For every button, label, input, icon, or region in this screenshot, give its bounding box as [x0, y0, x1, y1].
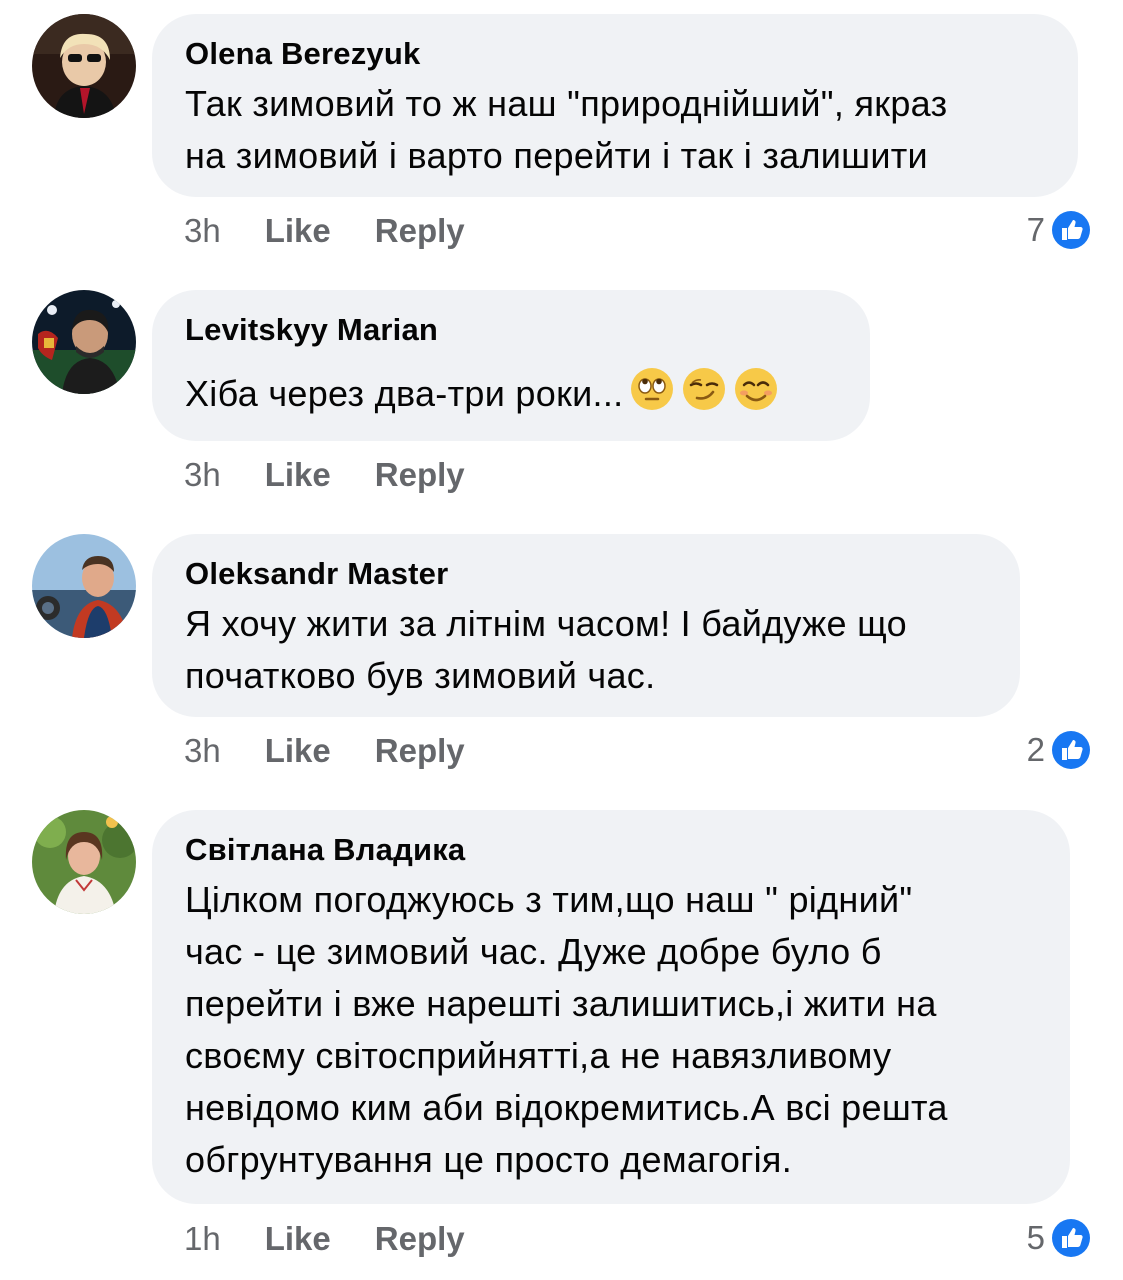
comment-text-line: Цілком погоджуюсь з тим,що наш " рідний"	[185, 879, 913, 920]
reply-button[interactable]: Reply	[375, 731, 465, 771]
comment-text-line: своєму світосприйнятті,а не навязливому	[185, 1035, 892, 1076]
like-button[interactable]: Like	[265, 1219, 331, 1259]
comment-text-line: на зимовий і варто перейти і так і залиш…	[185, 135, 928, 176]
comment-text-line: Так зимовий то ж наш "природнійший", якр…	[185, 83, 948, 124]
comment-actions: 3h Like Reply	[184, 731, 465, 771]
comment-text: Я хочу жити за літнім часом! І байдуже щ…	[185, 598, 986, 702]
reply-button[interactable]: Reply	[375, 455, 465, 495]
comment-text: Так зимовий то ж наш "природнійший", якр…	[185, 78, 1044, 182]
reaction-count: 2	[1026, 731, 1045, 768]
comment-text: Хіба через два-три роки...	[185, 366, 836, 420]
like-button[interactable]: Like	[265, 455, 331, 495]
comment-actions: 3h Like Reply	[184, 455, 465, 495]
comment-timestamp[interactable]: 3h	[184, 211, 221, 251]
avatar[interactable]	[32, 534, 136, 638]
avatar[interactable]	[32, 14, 136, 118]
reply-button[interactable]: Reply	[375, 1219, 465, 1259]
comment-bubble: Oleksandr Master Я хочу жити за літнім ч…	[152, 534, 1020, 717]
reaction-summary[interactable]: 5	[1027, 1215, 1093, 1261]
comment-author[interactable]: Світлана Владика	[185, 832, 1036, 868]
comment-bubble: Olena Berezyuk Так зимовий то ж наш "при…	[152, 14, 1078, 197]
comment-author[interactable]: Olena Berezyuk	[185, 36, 1044, 72]
comment-actions: 3h Like Reply	[184, 211, 465, 251]
comment-actions: 1h Like Reply	[184, 1219, 465, 1259]
avatar[interactable]	[32, 290, 136, 394]
comment-text: Цілком погоджуюсь з тим,що наш " рідний"…	[185, 874, 1036, 1186]
like-icon	[1049, 1216, 1093, 1260]
avatar[interactable]	[32, 810, 136, 914]
smile-emoji	[733, 366, 779, 412]
like-button[interactable]: Like	[265, 731, 331, 771]
comment-text-line: обгрунтування це просто демагогія.	[185, 1139, 793, 1180]
reaction-summary[interactable]: 7	[1027, 207, 1093, 253]
comment-text-line: початково був зимовий час.	[185, 655, 656, 696]
reaction-count: 7	[1026, 211, 1045, 248]
reply-button[interactable]: Reply	[375, 211, 465, 251]
comment-text-line: Хіба через два-три роки...	[185, 373, 624, 414]
comment-bubble: Levitskyy Marian Хіба через два-три роки…	[152, 290, 870, 441]
comment-timestamp[interactable]: 3h	[184, 731, 221, 771]
reaction-summary[interactable]: 2	[1027, 727, 1093, 773]
like-icon	[1049, 208, 1093, 252]
eye-roll-emoji	[629, 366, 675, 412]
comment-timestamp[interactable]: 3h	[184, 455, 221, 495]
comment-text-line: невідомо ким аби відокремитись.А всі реш…	[185, 1087, 948, 1128]
comment-author[interactable]: Oleksandr Master	[185, 556, 986, 592]
like-button[interactable]: Like	[265, 211, 331, 251]
comment-bubble: Світлана Владика Цілком погоджуюсь з тим…	[152, 810, 1070, 1204]
smirk-emoji	[681, 366, 727, 412]
reaction-count: 5	[1026, 1219, 1045, 1256]
comment-author[interactable]: Levitskyy Marian	[185, 312, 836, 348]
like-icon	[1049, 728, 1093, 772]
comment-text-line: Я хочу жити за літнім часом! І байдуже щ…	[185, 603, 907, 644]
comment-text-line: перейти і вже нарешті залишитись,і жити …	[185, 983, 937, 1024]
comment-text-line: час - це зимовий час. Дуже добре було б	[185, 931, 882, 972]
comment-timestamp[interactable]: 1h	[184, 1219, 221, 1259]
